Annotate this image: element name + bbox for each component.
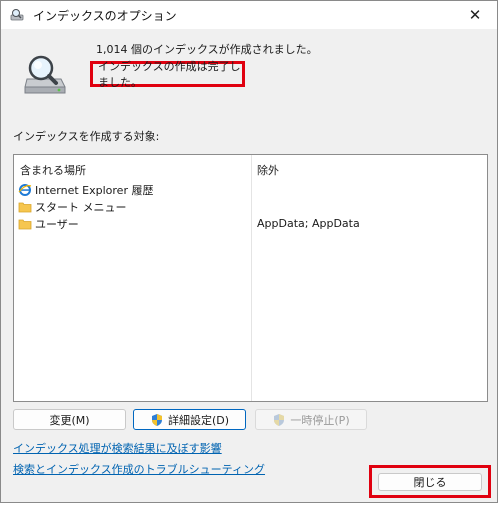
- window-close-button[interactable]: ✕: [453, 1, 497, 29]
- modify-button[interactable]: 変更(M): [13, 409, 126, 430]
- location-row-start-menu[interactable]: スタート メニュー: [14, 198, 487, 215]
- location-row-internet-explorer[interactable]: Internet Explorer 履歴: [14, 181, 487, 198]
- dialog-content: 1,014 個のインデックスが作成されました。 インデックスの作成は完了しました…: [1, 29, 497, 502]
- folder-icon: [18, 200, 32, 214]
- uac-shield-icon: [272, 413, 286, 427]
- indexed-locations-list[interactable]: 含まれる場所 除外 Internet Explorer 履歴 スタート メニュー…: [13, 154, 488, 402]
- close-button[interactable]: 閉じる: [378, 473, 482, 491]
- excluded-location-label: AppData; AppData: [257, 217, 360, 230]
- hard-drive-search-icon: [21, 51, 69, 99]
- included-location-label: スタート メニュー: [35, 200, 127, 214]
- indexing-complete-status: インデックスの作成は完了しました。: [90, 60, 245, 89]
- advanced-button-label: 詳細設定(D): [167, 413, 230, 427]
- troubleshoot-link[interactable]: 検索とインデックス作成のトラブルシューティング: [13, 461, 265, 477]
- included-location-label: ユーザー: [35, 217, 79, 231]
- internet-explorer-icon: [18, 183, 32, 197]
- uac-shield-icon: [150, 413, 164, 427]
- folder-icon: [18, 217, 32, 231]
- title-bar: インデックスのオプション ✕: [1, 1, 497, 29]
- indexing-options-icon: [9, 7, 25, 23]
- included-locations-header: 含まれる場所: [20, 164, 86, 177]
- pause-button-label: 一時停止(P): [290, 413, 350, 427]
- close-icon: ✕: [468, 6, 482, 24]
- indexing-impact-link[interactable]: インデックス処理が検索結果に及ぼす影響: [13, 440, 222, 456]
- included-location-label: Internet Explorer 履歴: [35, 183, 154, 197]
- pause-button[interactable]: 一時停止(P): [255, 409, 367, 430]
- locations-section-label: インデックスを作成する対象:: [13, 130, 160, 143]
- location-row-users[interactable]: ユーザー AppData; AppData: [14, 215, 487, 232]
- advanced-button[interactable]: 詳細設定(D): [133, 409, 246, 430]
- excluded-header: 除外: [257, 164, 279, 177]
- indexing-options-window: インデックスのオプション ✕ 1,014 個のインデックスが作成されました。 イ…: [0, 0, 498, 503]
- close-button-highlight: 閉じる: [369, 465, 491, 498]
- indexed-count-text: 1,014 個のインデックスが作成されました。: [96, 43, 318, 56]
- window-title: インデックスのオプション: [33, 8, 177, 23]
- indexing-complete-text: インデックスの作成は完了しました。: [98, 60, 241, 89]
